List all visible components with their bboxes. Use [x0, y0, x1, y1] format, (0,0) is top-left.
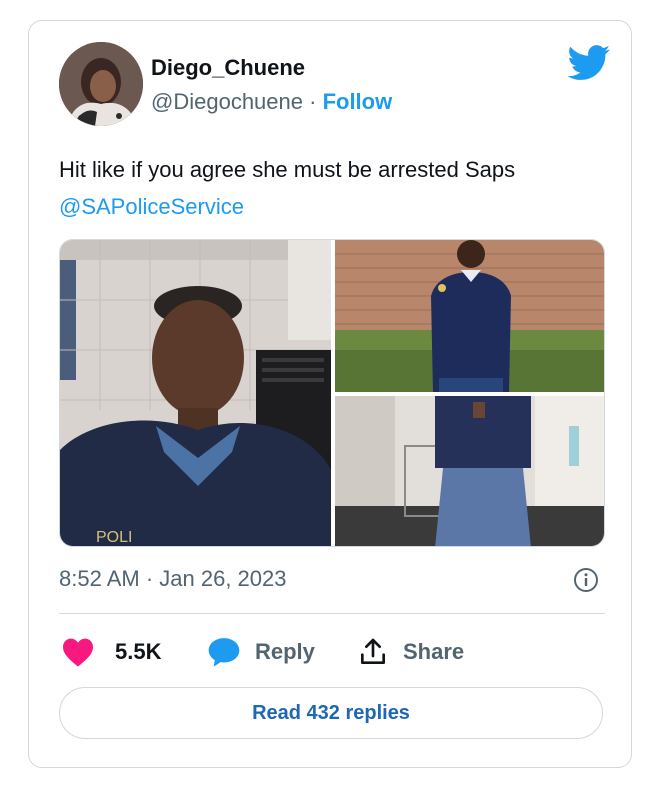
divider [59, 613, 605, 614]
media-grid: POLI [59, 239, 605, 547]
tweet-timestamp[interactable]: 8:52 AM · Jan 26, 2023 [59, 566, 287, 592]
reply-label: Reply [255, 639, 315, 664]
heart-icon [63, 638, 93, 667]
photo-2[interactable] [335, 240, 604, 392]
tweet-card: Diego_Chuene @Diegochuene · Follow Hit l… [28, 20, 632, 768]
author-handle[interactable]: @Diegochuene [151, 89, 303, 114]
read-replies-button[interactable]: Read 432 replies [59, 687, 603, 739]
author-handle-row: @Diegochuene · Follow [151, 89, 392, 115]
tweet-body: Hit like if you agree she must be arrest… [59, 157, 516, 182]
reply-bubble-icon [208, 638, 240, 667]
reply-button[interactable]: Reply [207, 634, 315, 670]
svg-text:POLI: POLI [96, 529, 132, 546]
tweet-text: Hit like if you agree she must be arrest… [59, 151, 609, 225]
follow-button[interactable]: Follow [323, 89, 393, 114]
info-icon[interactable] [573, 567, 599, 593]
photo-3[interactable] [335, 396, 604, 546]
author-avatar[interactable] [59, 42, 143, 126]
author-name[interactable]: Diego_Chuene [151, 55, 305, 81]
like-count: 5.5K [115, 639, 162, 664]
photo-1[interactable]: POLI [60, 240, 331, 546]
share-label: Share [403, 639, 465, 664]
twitter-bird-icon[interactable] [567, 45, 611, 81]
handle-separator: · [303, 89, 323, 114]
like-button[interactable]: 5.5K [61, 634, 161, 670]
mention-link[interactable]: @SAPoliceService [59, 194, 244, 219]
share-icon [361, 638, 385, 664]
share-button[interactable]: Share [357, 634, 464, 670]
